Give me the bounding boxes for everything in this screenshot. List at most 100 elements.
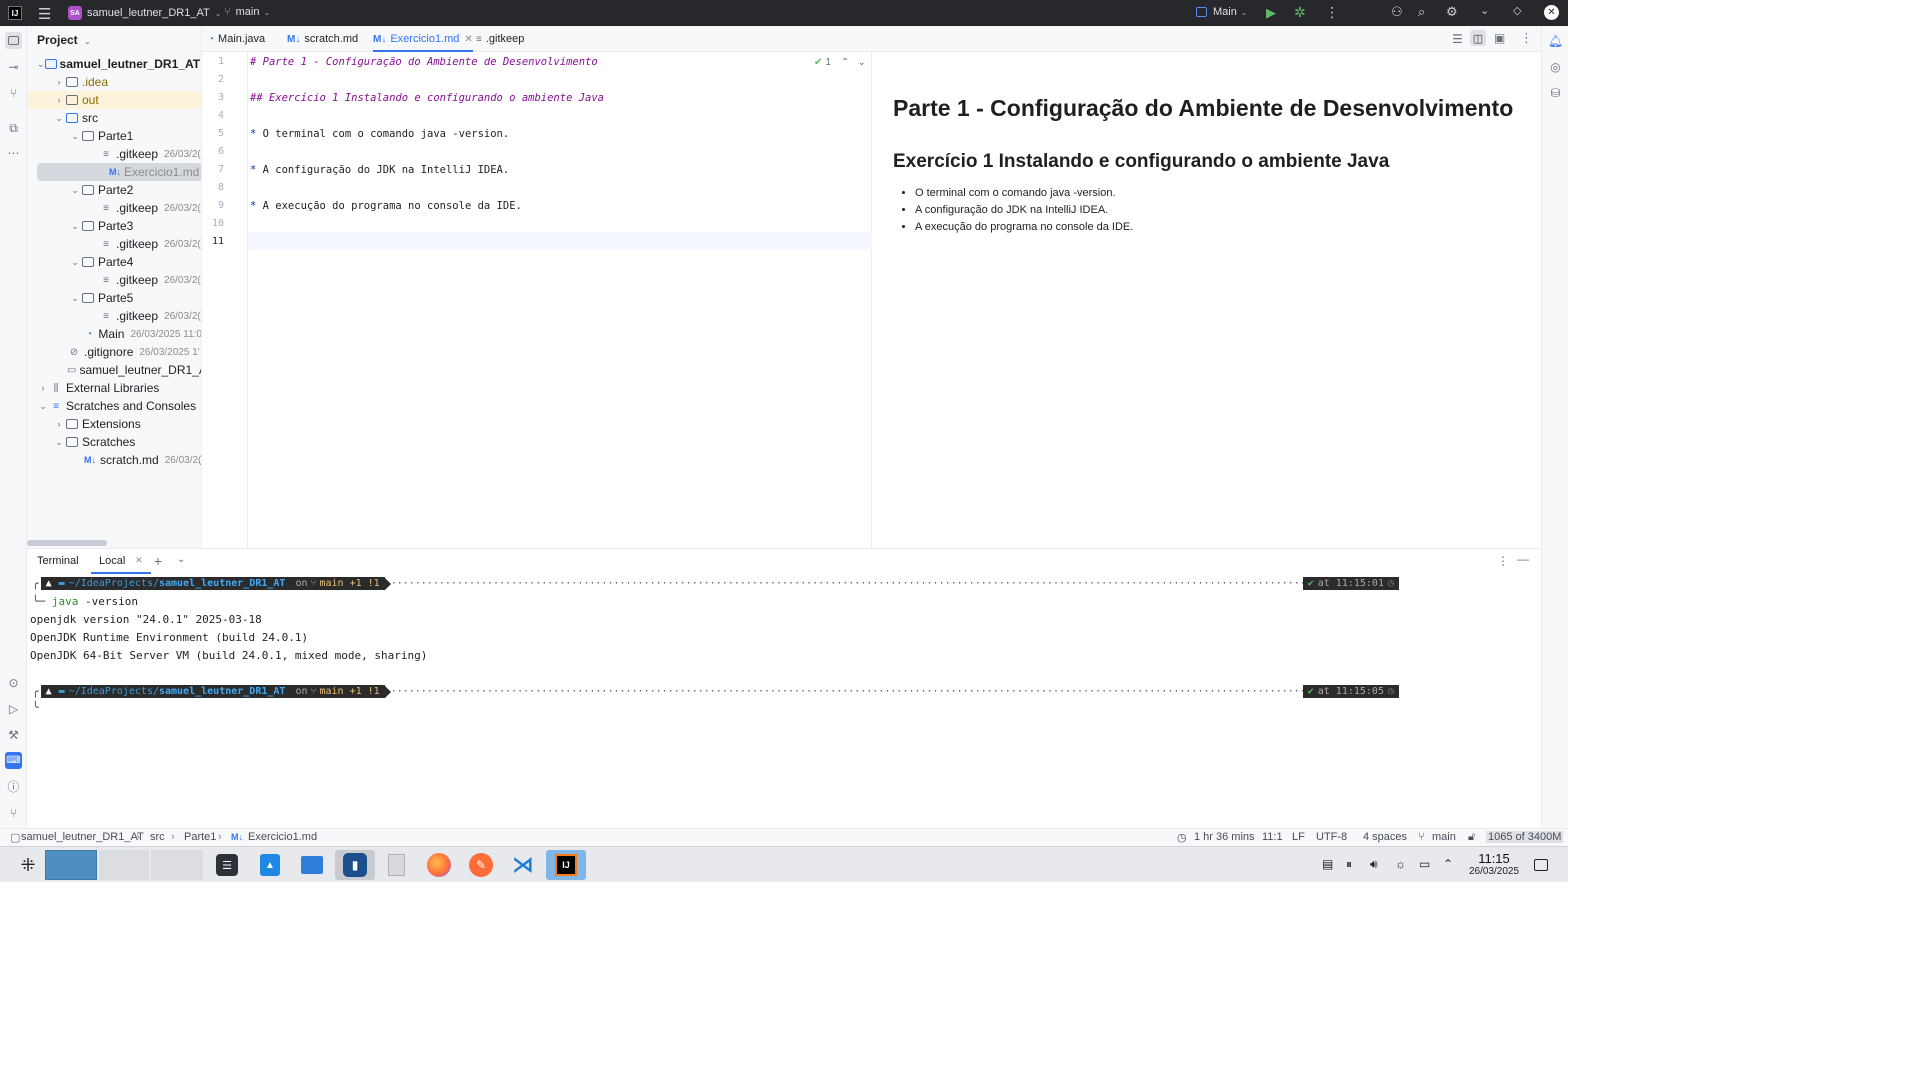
- intellij-logo-icon[interactable]: IJ: [8, 6, 22, 20]
- ai-assistant-icon[interactable]: ◎: [1547, 58, 1564, 75]
- tree-item-parte2[interactable]: ⌄ Parte2: [27, 181, 201, 199]
- status-branch[interactable]: main: [1432, 831, 1456, 843]
- git-tool-icon[interactable]: ⑂: [5, 804, 22, 821]
- structure-icon[interactable]: ⧉: [5, 120, 22, 137]
- tree-item-extensions[interactable]: › Extensions: [27, 415, 201, 433]
- editor-more-icon[interactable]: ⋮: [1520, 30, 1533, 46]
- tree-item-parte5[interactable]: ⌄ Parte5: [27, 289, 201, 307]
- split-view-icon[interactable]: ◫: [1470, 30, 1486, 46]
- terminal-tool-icon[interactable]: ⌨: [5, 752, 22, 769]
- main-menu-icon[interactable]: ☰: [38, 5, 51, 23]
- code-editor[interactable]: # Parte 1 - Configuração do Ambiente de …: [248, 52, 872, 548]
- terminal-tab-local[interactable]: Local ✕: [91, 549, 151, 574]
- code-with-me-icon[interactable]: ⚇: [1391, 4, 1403, 20]
- project-tool-folder-icon[interactable]: [5, 32, 22, 49]
- tree-item-parte1[interactable]: ⌄ Parte1: [27, 127, 201, 145]
- app-launcher-icon[interactable]: ⁜: [10, 850, 46, 880]
- tree-item-scratches-consoles[interactable]: ⌄ ≡ Scratches and Consoles: [27, 397, 201, 415]
- time-tracked[interactable]: 1 hr 36 mins: [1194, 831, 1255, 843]
- preview-only-icon[interactable]: ▣: [1494, 31, 1505, 45]
- problems-icon[interactable]: ⓘ: [5, 778, 22, 795]
- display-icon[interactable]: ▭: [1419, 857, 1430, 871]
- tab-gitkeep[interactable]: ≡ .gitkeep: [476, 26, 524, 52]
- more-actions-icon[interactable]: ⋮: [1325, 4, 1339, 21]
- breadcrumb-project[interactable]: samuel_leutner_DR1_AT: [21, 831, 144, 843]
- project-panel-header[interactable]: Project ⌄: [37, 33, 91, 47]
- tree-item-out[interactable]: › out: [27, 91, 201, 109]
- brightness-icon[interactable]: ☼: [1395, 857, 1406, 871]
- more-tools-icon[interactable]: ⋯: [5, 144, 22, 161]
- tree-item-gitkeep-2[interactable]: ≡ .gitkeep 26/03/2(: [27, 199, 201, 217]
- services-icon[interactable]: ⊙: [5, 674, 22, 691]
- intellij-app-icon[interactable]: IJ: [546, 850, 586, 880]
- tree-item-gitignore[interactable]: ⊘ .gitignore 26/03/2025 1': [27, 343, 201, 361]
- app-store-icon[interactable]: ▲: [252, 850, 288, 880]
- tree-item-gitkeep-5[interactable]: ≡ .gitkeep 26/03/2(: [27, 307, 201, 325]
- tab-main-java[interactable]: ◔ Main.java: [208, 26, 265, 52]
- show-desktop-icon[interactable]: [1534, 859, 1548, 871]
- breadcrumb-src[interactable]: src: [150, 831, 165, 843]
- restore-diamond-icon[interactable]: ◇: [1513, 4, 1521, 17]
- commit-icon[interactable]: ⊸: [5, 58, 22, 75]
- clipboard-icon[interactable]: ▤: [1322, 857, 1333, 871]
- settings-gear-icon[interactable]: ⚙: [1446, 4, 1458, 20]
- branch-selector[interactable]: ⑂ main ⌄: [224, 6, 270, 18]
- workspace-1[interactable]: [45, 850, 97, 880]
- tree-item-iml[interactable]: ▭ samuel_leutner_DR1_AT: [27, 361, 201, 379]
- tree-item-parte3[interactable]: ⌄ Parte3: [27, 217, 201, 235]
- editor-only-view-icon[interactable]: ☰: [1452, 32, 1463, 46]
- system-settings-icon[interactable]: ☰: [209, 850, 245, 880]
- tab-exercicio1-md[interactable]: M↓ Exercicio1.md ✕: [373, 26, 473, 52]
- database-icon[interactable]: ⛁: [1547, 84, 1564, 101]
- close-tab-icon[interactable]: ✕: [464, 34, 472, 45]
- terminal-app-icon[interactable]: ▮: [335, 850, 375, 880]
- search-icon[interactable]: ⌕: [1418, 4, 1425, 20]
- tree-item-gitkeep-3[interactable]: ≡ .gitkeep 26/03/2(: [27, 235, 201, 253]
- blank-document-icon[interactable]: [378, 850, 414, 880]
- new-terminal-plus-icon[interactable]: +: [154, 553, 162, 569]
- tree-item-main[interactable]: ◔ Main 26/03/2025 11:0: [27, 325, 201, 343]
- run-tool-icon[interactable]: ▷: [5, 700, 22, 717]
- chevron-down-icon[interactable]: ⌄: [857, 57, 865, 68]
- inspection-widget[interactable]: ✔ 1 ⌃ ⌄: [814, 57, 866, 68]
- tray-expand-chevron-icon[interactable]: ⌃: [1443, 857, 1453, 871]
- tree-item-parte4[interactable]: ⌄ Parte4: [27, 253, 201, 271]
- tree-item-exercicio1[interactable]: M↓ Exercicio1.md 26: [37, 163, 201, 181]
- vscode-icon[interactable]: ⋊: [505, 850, 541, 880]
- run-config-selector[interactable]: Main ⌄: [1196, 6, 1248, 18]
- terminal-options-icon[interactable]: ⋮: [1497, 554, 1509, 568]
- tree-item-gitkeep-4[interactable]: ≡ .gitkeep 26/03/2(: [27, 271, 201, 289]
- firefox-icon[interactable]: [421, 850, 457, 880]
- tree-item-scratch-md[interactable]: M↓ scratch.md 26/03/2(: [27, 451, 201, 469]
- clock[interactable]: 11:15 26/03/2025: [1464, 851, 1524, 877]
- tree-item-project-root[interactable]: ⌄ samuel_leutner_DR1_AT ~: [27, 55, 201, 73]
- run-icon[interactable]: ▶: [1266, 5, 1276, 21]
- terminal-output[interactable]: ╭ ▲ ▬ ~/IdeaProjects/ samuel_leutner_DR1…: [27, 574, 1541, 828]
- minimize-chevron-icon[interactable]: ⌄: [1480, 4, 1489, 17]
- caret-position[interactable]: 11:1: [1262, 831, 1283, 843]
- project-horizontal-scrollbar[interactable]: [27, 540, 107, 546]
- close-tab-icon[interactable]: ✕: [135, 555, 143, 566]
- workspace-2[interactable]: [99, 850, 149, 880]
- build-hammer-icon[interactable]: ⚒: [5, 726, 22, 743]
- file-encoding[interactable]: UTF-8: [1316, 831, 1347, 843]
- notifications-bell-icon[interactable]: 🔔︎: [1547, 32, 1564, 49]
- breadcrumb-parte1[interactable]: Parte1: [184, 831, 216, 843]
- tree-item-scratches[interactable]: ⌄ Scratches: [27, 433, 201, 451]
- project-selector[interactable]: SA samuel_leutner_DR1_AT ⌄: [68, 6, 221, 20]
- breadcrumb-file[interactable]: Exercicio1.md: [248, 831, 317, 843]
- pull-requests-icon[interactable]: ⑂: [5, 84, 22, 101]
- memory-indicator[interactable]: 1065 of 3400M: [1486, 831, 1564, 843]
- read-only-lock-icon[interactable]: 🔓︎: [1468, 831, 1475, 844]
- postman-icon[interactable]: ✎: [463, 850, 499, 880]
- terminal-dropdown-chevron-icon[interactable]: ⌄: [177, 554, 185, 565]
- hide-panel-icon[interactable]: —: [1517, 552, 1529, 566]
- chevron-up-icon[interactable]: ⌃: [841, 57, 849, 68]
- line-separator[interactable]: LF: [1292, 831, 1305, 843]
- media-pause-icon[interactable]: ⏸︎: [1346, 857, 1352, 872]
- close-window-icon[interactable]: ✕: [1544, 5, 1559, 20]
- file-manager-icon[interactable]: [294, 850, 330, 880]
- workspace-3[interactable]: [151, 850, 203, 880]
- tab-scratch-md[interactable]: M↓ scratch.md: [287, 26, 358, 52]
- indent-setting[interactable]: 4 spaces: [1363, 831, 1407, 843]
